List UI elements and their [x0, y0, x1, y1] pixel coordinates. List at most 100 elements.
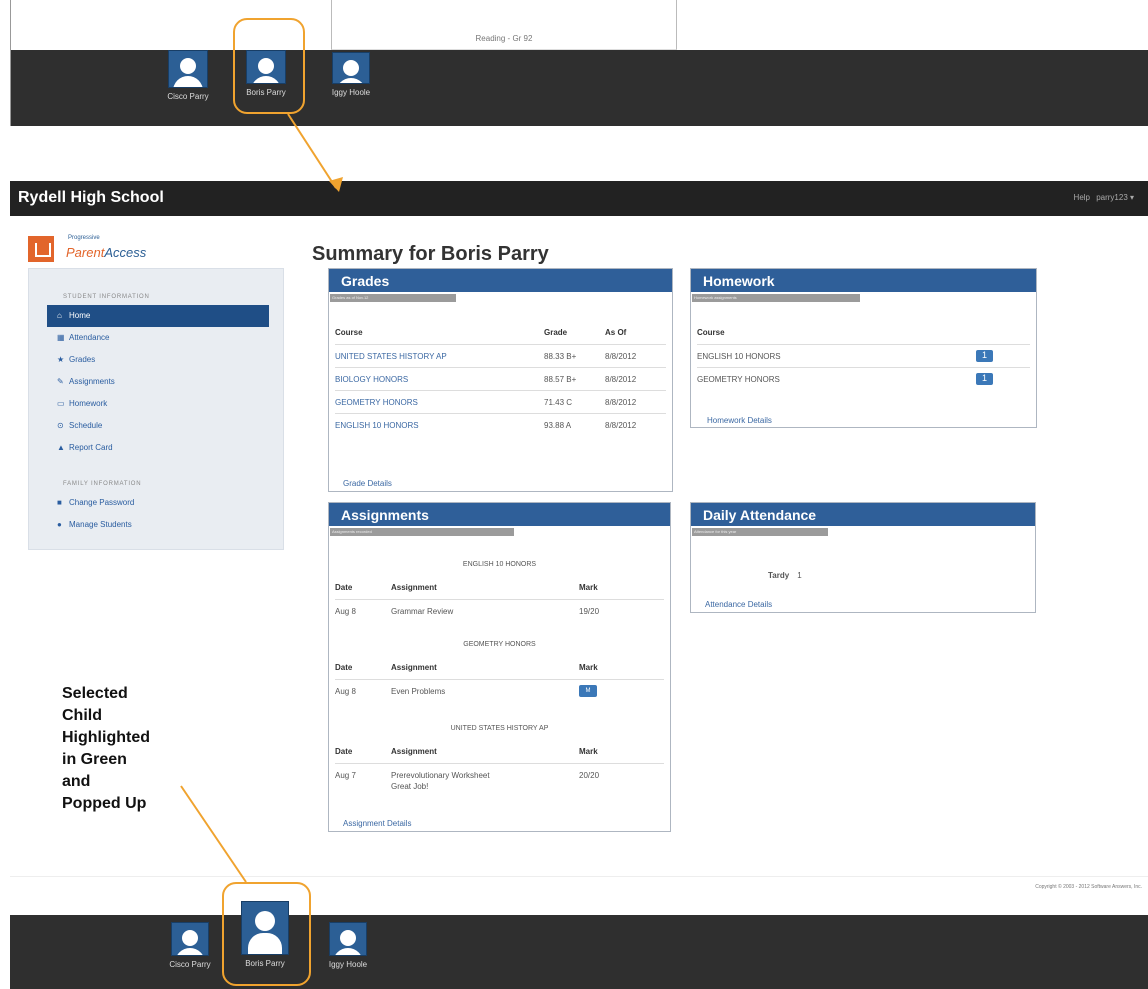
grade-details-link[interactable]: Grade Details [343, 479, 392, 488]
sidebar-navigation: STUDENT INFORMATION ⌂ Home ▦ Attendance ★ G… [28, 268, 284, 550]
assignment-course-title: ENGLISH 10 HONORS [462, 561, 537, 568]
assignment-table: Date Assignment Mark Aug 7 Prerevolution… [335, 740, 664, 797]
course-link[interactable]: UNITED STATES HISTORY AP [335, 352, 447, 361]
tardy-summary: Tardy 1 [768, 571, 802, 580]
homework-details-link[interactable]: Homework Details [707, 416, 772, 425]
table-row[interactable]: ENGLISH 10 HONORS 93.88 A 8/8/2012 [335, 413, 666, 436]
panel-title: Homework [691, 269, 1036, 292]
homework-course: ENGLISH 10 HONORS [697, 352, 781, 361]
sidebar-item-home[interactable]: ⌂ Home [47, 305, 269, 327]
top-table-cell: Reading - Gr 92 [331, 0, 677, 50]
top-student-cisco[interactable]: Cisco Parry [153, 50, 223, 101]
grade-value: 88.57 B+ [544, 375, 577, 384]
panel-meta-bar: Assignments recorded [330, 528, 514, 536]
table-header-row: Date Assignment Mark [335, 663, 598, 672]
sidebar-item-report-card[interactable]: ▲ Report Card [29, 437, 283, 459]
homework-open-button[interactable]: 1 [976, 373, 993, 385]
student-name: Cisco Parry [167, 92, 209, 101]
footer-divider [10, 876, 1148, 877]
panel-meta-bar: Attendance for this year [692, 528, 828, 536]
homework-course: GEOMETRY HONORS [697, 375, 780, 384]
page-title: Summary for Boris Parry [312, 243, 549, 265]
table-row[interactable]: UNITED STATES HISTORY AP 88.33 B+ 8/8/20… [335, 344, 666, 367]
grades-panel: Grades Grades as of Nov.12 Course Grade … [328, 268, 673, 492]
panel-meta-bar: Homework assignments [692, 294, 860, 302]
sidebar-item-grades[interactable]: ★ Grades [29, 349, 283, 371]
annotation-text: Selected Child Highlighted in Green and … [62, 685, 150, 812]
sidebar-item-label: Assignments [69, 377, 115, 386]
grades-table: Course Grade As Of UNITED STATES HISTORY… [335, 321, 666, 436]
top-cell-text: Reading - Gr 92 [475, 34, 533, 43]
table-row[interactable]: ENGLISH 10 HONORS 1 [697, 344, 1030, 367]
brand-main-text: ParentAccess [66, 245, 147, 260]
grade-date: 8/8/2012 [605, 375, 637, 384]
sidebar-section-heading: FAMILY INFORMATION [63, 481, 142, 487]
table-header-row: Course [697, 328, 725, 337]
assignment-date: Aug 8 [335, 687, 356, 696]
avatar-icon [171, 922, 209, 956]
avatar-icon [329, 922, 367, 956]
sidebar-item-homework[interactable]: ▭ Homework [29, 393, 283, 415]
brand-small-text: Progressive [68, 235, 100, 241]
application-header: Rydell High School Help parry123 ▾ [10, 181, 1148, 216]
table-row: Aug 7 Prerevolutionary Worksheet Great J… [335, 763, 664, 797]
assignment-mark: 19/20 [579, 607, 600, 616]
home-icon: ⌂ [57, 311, 62, 320]
homework-table: Course ENGLISH 10 HONORS 1 GEOMETRY HONO… [697, 321, 1030, 390]
assignment-table: Date Assignment Mark Aug 8 Even Problems… [335, 656, 664, 702]
sidebar-item-label: Homework [69, 399, 108, 408]
panel-meta-bar: Grades as of Nov.12 [330, 294, 456, 302]
daily-attendance-panel: Daily Attendance Attendance for this yea… [690, 502, 1036, 613]
assignment-details-link[interactable]: Assignment Details [343, 819, 411, 828]
table-row[interactable]: BIOLOGY HONORS 88.57 B+ 8/8/2012 [335, 367, 666, 390]
panel-title: Grades [329, 269, 672, 292]
assignment-date: Aug 7 [335, 771, 356, 780]
sidebar-item-schedule[interactable]: ⊙ Schedule [29, 415, 283, 437]
help-link[interactable]: Help [1074, 193, 1090, 202]
sidebar-item-label: Attendance [69, 333, 110, 342]
sidebar-item-label: Schedule [69, 421, 103, 430]
student-name: Iggy Hoole [328, 960, 368, 969]
sidebar-item-label: Grades [69, 355, 96, 364]
course-link[interactable]: BIOLOGY HONORS [335, 375, 408, 384]
student-name: Iggy Hoole [331, 88, 371, 97]
calendar-icon: ▦ [57, 333, 65, 342]
assignment-mark: 20/20 [579, 771, 600, 780]
school-name: Rydell High School [18, 189, 164, 206]
table-row[interactable]: GEOMETRY HONORS 1 [697, 367, 1030, 390]
grade-date: 8/8/2012 [605, 352, 637, 361]
assignment-name: Even Problems [391, 687, 446, 696]
attendance-details-link[interactable]: Attendance Details [705, 600, 772, 609]
avatar-icon [168, 50, 208, 88]
clock-icon: ⊙ [57, 421, 64, 430]
selection-highlight [222, 882, 311, 986]
panel-title: Daily Attendance [691, 503, 1035, 526]
sidebar-item-manage-students[interactable]: ● Manage Students [29, 514, 283, 536]
missing-mark-badge: M [579, 685, 597, 697]
book-icon: ▭ [57, 399, 65, 408]
course-link[interactable]: ENGLISH 10 HONORS [335, 421, 419, 430]
sidebar-item-label: Report Card [69, 443, 113, 452]
footer-copyright: Copyright © 2003 - 2012 Software Answers… [1035, 884, 1142, 890]
top-student-iggy[interactable]: Iggy Hoole [316, 52, 386, 97]
table-row[interactable]: GEOMETRY HONORS 71.43 C 8/8/2012 [335, 390, 666, 413]
sidebar-item-assignments[interactable]: ✎ Assignments [29, 371, 283, 393]
student-name: Cisco Parry [169, 960, 211, 969]
grade-value: 93.88 A [544, 421, 572, 430]
homework-open-button[interactable]: 1 [976, 350, 993, 362]
report-card-icon: ▲ [57, 443, 65, 452]
sidebar-item-change-password[interactable]: ■ Change Password [29, 492, 283, 514]
bottom-student-cisco[interactable]: Cisco Parry [155, 922, 225, 969]
assignment-name: Prerevolutionary Worksheet [391, 771, 490, 780]
user-icon: ● [57, 520, 62, 529]
panel-title: Assignments [329, 503, 670, 526]
grade-date: 8/8/2012 [605, 421, 637, 430]
bottom-student-iggy[interactable]: Iggy Hoole [313, 922, 383, 969]
course-link[interactable]: GEOMETRY HONORS [335, 398, 418, 407]
parentaccess-logo: Progressive ParentAccess [28, 234, 178, 268]
homework-panel: Homework Homework assignments Course ENG… [690, 268, 1037, 428]
user-menu[interactable]: parry123 ▾ [1096, 193, 1134, 202]
sidebar-item-attendance[interactable]: ▦ Attendance [29, 327, 283, 349]
parentaccess-logo-icon [28, 236, 54, 262]
grade-value: 88.33 B+ [544, 352, 577, 361]
